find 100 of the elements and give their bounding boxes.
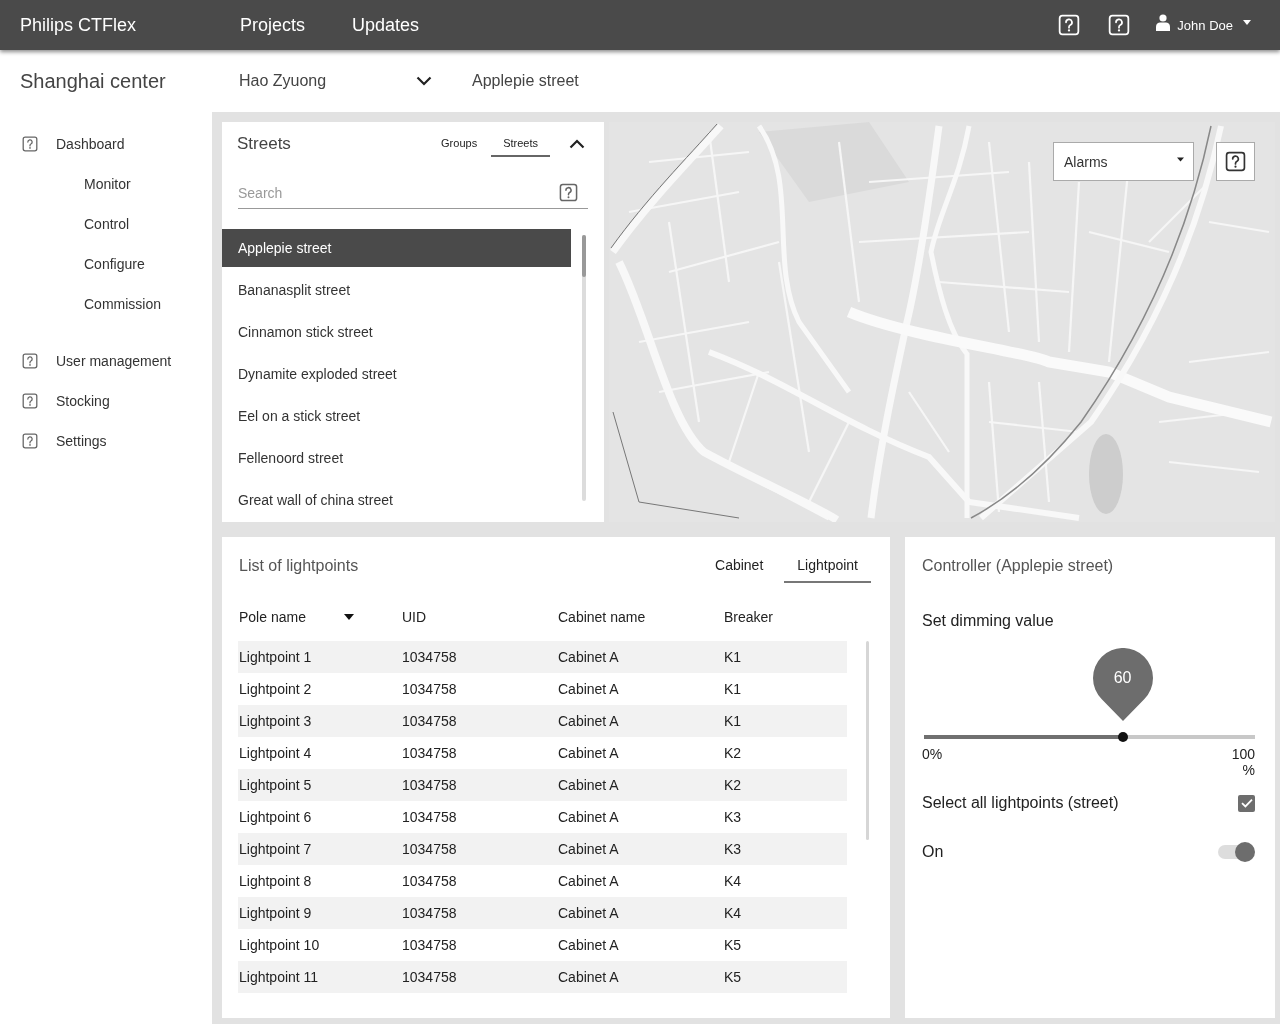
street-list-item[interactable]: Great wall of china street [222, 481, 571, 519]
table-cell: Cabinet A [557, 969, 619, 985]
sidebar-item[interactable]: Dashboard [22, 124, 125, 164]
table-cell: K1 [723, 681, 742, 697]
table-cell: K5 [723, 969, 742, 985]
tab[interactable]: Streets [491, 131, 550, 157]
scrollbar-thumb[interactable] [582, 235, 586, 277]
column-header[interactable]: Breaker [723, 605, 774, 629]
search-field[interactable]: Search [238, 178, 588, 209]
table-cell: Lightpoint 3 [238, 713, 312, 729]
table-cell: 1034758 [401, 745, 457, 761]
range-min-label: 0% [922, 746, 943, 762]
table-cell: Lightpoint 7 [238, 841, 312, 857]
street-list-item[interactable]: Bananasplit street [222, 271, 571, 309]
sidebar-item[interactable]: Control [84, 204, 130, 244]
street-list-item[interactable]: Fellenoord street [222, 439, 571, 477]
app-brand: Philips CTFlex [20, 14, 137, 35]
sidebar-item[interactable]: User management [22, 341, 172, 381]
table-cell: 1034758 [401, 969, 457, 985]
checkbox[interactable] [1238, 794, 1255, 812]
user-menu-button[interactable]: John Doe [1156, 17, 1251, 33]
help-icon [1225, 151, 1246, 172]
table-cell: K2 [723, 777, 742, 793]
table-cell: 1034758 [401, 809, 457, 825]
table-cell: Lightpoint 11 [238, 969, 319, 985]
sidebar-item[interactable]: Configure [84, 244, 145, 284]
sidebar-item[interactable]: Monitor [84, 164, 131, 204]
panel-title: List of lightpoints [239, 557, 359, 575]
panel-title: Streets [237, 134, 291, 154]
table-row[interactable]: Lightpoint 7 1034758 Cabinet A K3 [238, 833, 847, 865]
table-row[interactable]: Lightpoint 3 1034758 Cabinet A K1 [238, 705, 847, 737]
table-cell: Cabinet A [557, 809, 619, 825]
table-cell: Cabinet A [557, 841, 619, 857]
street-list-item[interactable]: Cinnamon stick street [222, 313, 571, 351]
street-list-item[interactable]: Applepie street [222, 229, 571, 267]
nav-link[interactable]: Updates [352, 14, 420, 36]
table-row[interactable]: Lightpoint 1 1034758 Cabinet A K1 [238, 641, 847, 673]
table-cell: K4 [723, 905, 742, 921]
table-cell: 1034758 [401, 681, 457, 697]
toggle-label: On [922, 843, 944, 861]
help-icon[interactable] [559, 183, 578, 202]
table-cell: 1034758 [401, 905, 457, 921]
table-cell: K2 [723, 745, 742, 761]
help-icon [22, 353, 38, 369]
table-cell: 1034758 [401, 841, 457, 857]
street-label: Applepie street [472, 72, 579, 90]
sidebar-item[interactable]: Settings [22, 421, 107, 461]
nav-link[interactable]: Projects [240, 14, 306, 36]
checkmark-icon [1240, 798, 1253, 808]
caret-icon [1243, 20, 1251, 25]
table-row[interactable]: Lightpoint 9 1034758 Cabinet A K4 [238, 897, 847, 929]
table-cell: 1034758 [401, 649, 457, 665]
person-select[interactable]: Hao Zyuong [239, 72, 433, 90]
street-list-item[interactable]: Eel on a stick street [222, 397, 571, 435]
chevron-up-icon[interactable] [569, 139, 585, 149]
slider-thumb[interactable] [1117, 732, 1128, 742]
table-cell: 1034758 [401, 937, 457, 953]
table-cell: K3 [723, 809, 742, 825]
table-row[interactable]: Lightpoint 11 1034758 Cabinet A K5 [238, 961, 847, 993]
table-cell: K3 [723, 841, 742, 857]
table-cell: Cabinet A [557, 937, 619, 953]
column-header[interactable]: Cabinet name [557, 605, 646, 629]
caret-icon [1177, 157, 1184, 162]
toggle-switch[interactable] [1218, 842, 1255, 862]
table-cell: Cabinet A [557, 649, 619, 665]
table-cell: Lightpoint 5 [238, 777, 312, 793]
table-cell: 1034758 [401, 873, 457, 889]
slider-value-pin: 60 [1092, 648, 1153, 722]
range-max-label: 100% [1230, 746, 1255, 778]
table-cell: Cabinet A [557, 905, 619, 921]
alarms-select[interactable]: Alarms [1053, 142, 1194, 181]
sidebar-item[interactable]: Commission [84, 284, 161, 324]
table-cell: Cabinet A [557, 873, 619, 889]
checkbox-label: Select all lightpoints (street) [922, 794, 1119, 812]
table-cell: Lightpoint 6 [238, 809, 312, 825]
scrollbar-thumb[interactable] [866, 641, 869, 840]
table-cell: 1034758 [401, 777, 457, 793]
column-header[interactable]: Pole name [238, 605, 354, 629]
tab[interactable]: Cabinet [702, 549, 777, 583]
slider-label: Set dimming value [922, 611, 1054, 631]
table-row[interactable]: Lightpoint 5 1034758 Cabinet A K2 [238, 769, 847, 801]
table-cell: Lightpoint 10 [238, 937, 320, 953]
panel-title: Controller (Applepie street) [922, 557, 1114, 575]
table-cell: K1 [723, 649, 742, 665]
tab[interactable]: Groups [429, 131, 490, 157]
sidebar-item[interactable]: Stocking [22, 381, 110, 421]
scrollbar-track[interactable] [582, 235, 586, 501]
location-title: Shanghai center [20, 69, 166, 92]
column-header[interactable]: UID [401, 605, 427, 629]
table-cell: Lightpoint 4 [238, 745, 312, 761]
table-cell: Lightpoint 8 [238, 873, 312, 889]
help-button[interactable] [1216, 142, 1255, 181]
tab[interactable]: Lightpoint [784, 549, 871, 583]
chevron-down-icon [416, 76, 432, 86]
table-cell: Lightpoint 1 [238, 649, 312, 665]
table-cell: K5 [723, 937, 742, 953]
street-list-item[interactable]: Dynamite exploded street [222, 355, 571, 393]
caret-icon [343, 614, 354, 620]
table-cell: K1 [723, 713, 742, 729]
table-cell: Lightpoint 2 [238, 681, 312, 697]
